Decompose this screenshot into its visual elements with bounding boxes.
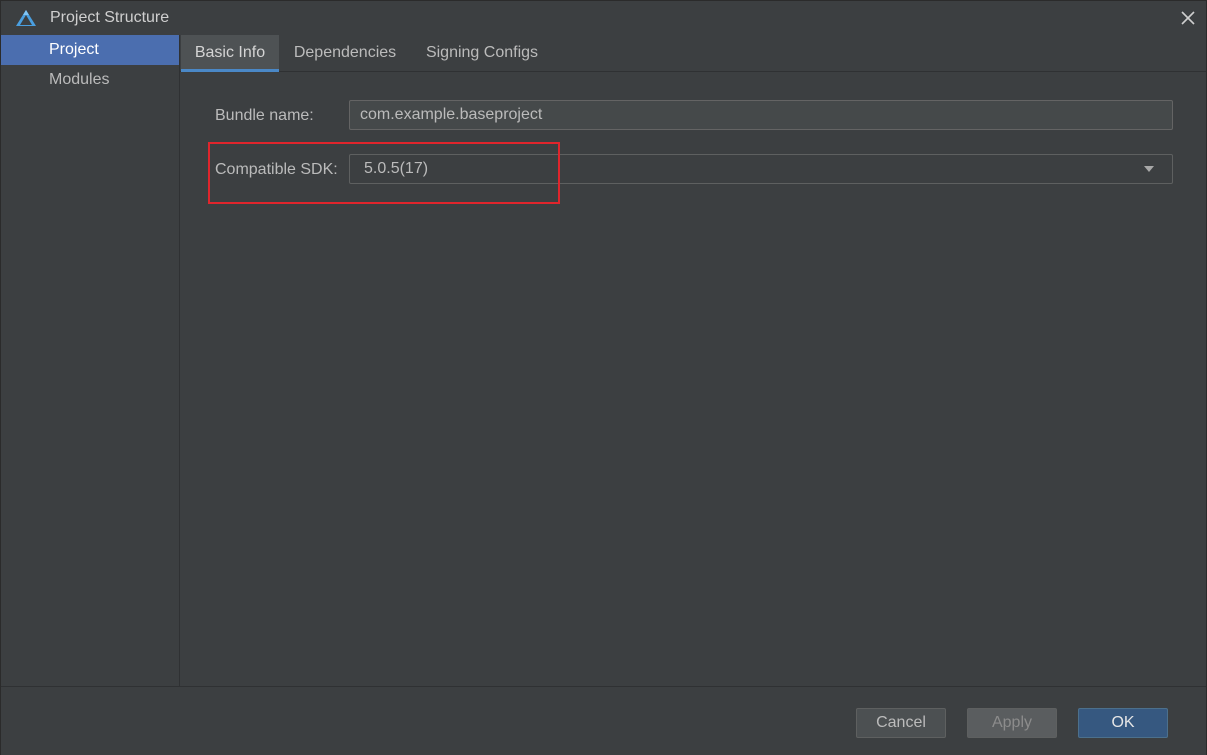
dialog-footer: Cancel Apply OK: [1, 686, 1206, 755]
tab-dependencies[interactable]: Dependencies: [285, 35, 405, 71]
cancel-button[interactable]: Cancel: [856, 708, 946, 738]
bundle-name-field[interactable]: com.example.baseproject: [349, 100, 1173, 130]
title-bar: Project Structure: [1, 1, 1206, 35]
project-structure-dialog: Project Structure Project Modules Basic …: [0, 0, 1207, 755]
sidebar-item-modules[interactable]: Modules: [1, 65, 179, 95]
tab-signing-configs[interactable]: Signing Configs: [417, 35, 547, 71]
dialog-title: Project Structure: [50, 9, 170, 26]
close-icon[interactable]: [1177, 7, 1199, 29]
tab-basic-info[interactable]: Basic Info: [181, 35, 279, 72]
bundle-name-label: Bundle name:: [215, 107, 314, 124]
sidebar-item-project[interactable]: Project: [1, 35, 179, 65]
compatible-sdk-dropdown[interactable]: 5.0.5(17): [349, 154, 1173, 184]
compatible-sdk-label: Compatible SDK:: [215, 161, 338, 178]
apply-button[interactable]: Apply: [967, 708, 1057, 738]
ok-button[interactable]: OK: [1078, 708, 1168, 738]
chevron-down-icon[interactable]: [1144, 166, 1154, 172]
sidebar: Project Modules: [1, 35, 180, 686]
main-panel: Basic Info Dependencies Signing Configs …: [180, 35, 1206, 686]
tab-bar: Basic Info Dependencies Signing Configs: [180, 35, 1206, 72]
compatible-sdk-value: 5.0.5(17): [364, 160, 429, 177]
harmony-logo-icon: [16, 10, 36, 26]
